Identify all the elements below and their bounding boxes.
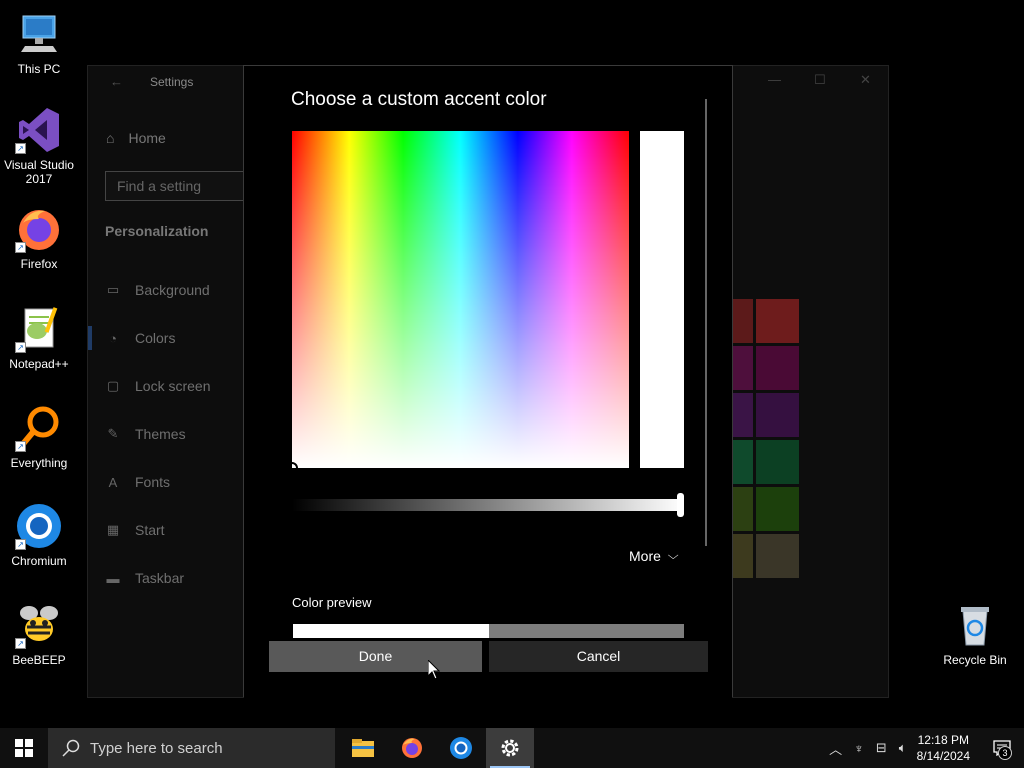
taskbar: Type here to search ︿ ♆ ⊟ 🔈︎ 12:18 PM 8/… <box>0 728 1024 768</box>
recycle-bin-icon <box>951 601 999 649</box>
desktop-icon-firefox[interactable]: ↗ Firefox <box>1 205 77 271</box>
dialog-scrollbar[interactable] <box>705 99 707 546</box>
desktop-icon-recycle-bin[interactable]: Recycle Bin <box>937 601 1013 667</box>
start-icon: ▦ <box>106 522 120 537</box>
custom-accent-color-dialog: Choose a custom accent color More ⌵ Colo… <box>243 65 733 698</box>
brightness-slider[interactable] <box>292 493 684 517</box>
start-button[interactable] <box>0 728 48 768</box>
maximize-icon[interactable]: ☐ <box>814 72 826 88</box>
nav-item-lock-screen[interactable]: ▢ Lock screen <box>105 378 211 394</box>
clock[interactable]: 12:18 PM 8/14/2024 <box>917 732 970 764</box>
palette-icon: ◔ <box>109 330 117 346</box>
network-icon[interactable]: ⊟ <box>876 740 887 756</box>
desktop-icon-beebeep[interactable]: ↗ BeeBEEP <box>1 601 77 667</box>
clock-date: 8/14/2024 <box>916 749 970 763</box>
color-spectrum-picker[interactable] <box>286 131 629 474</box>
accent-color-swatch[interactable] <box>756 346 799 390</box>
accent-color-swatch[interactable] <box>756 393 799 437</box>
nav-item-themes[interactable]: ✎ Themes <box>105 426 186 442</box>
selected-color-swatch <box>640 131 684 468</box>
font-icon: A <box>108 474 118 490</box>
desktop-icon-visual-studio[interactable]: ↗ Visual Studio 2017 <box>1 106 77 186</box>
settings-search-placeholder: Find a setting <box>117 178 202 194</box>
spectrum-selector-handle[interactable] <box>286 462 298 474</box>
brightness-slider-thumb[interactable] <box>677 493 684 517</box>
desktop-icon-this-pc[interactable]: This PC <box>1 10 77 76</box>
chromium-icon <box>450 737 472 759</box>
accent-color-swatch[interactable] <box>756 440 799 484</box>
this-pc-icon <box>15 10 63 58</box>
desktop-icon-notepadpp[interactable]: ↗ Notepad++ <box>1 305 77 371</box>
nav-item-start[interactable]: ▦ Start <box>105 522 165 538</box>
notification-count-badge: 3 <box>998 746 1012 760</box>
window-title: Settings <box>150 75 194 89</box>
accent-color-swatch[interactable] <box>756 534 799 578</box>
taskbar-settings[interactable] <box>486 728 534 768</box>
shortcut-arrow-icon: ↗ <box>15 342 26 353</box>
desktop-icon-chromium[interactable]: ↗ Chromium <box>1 502 77 568</box>
home-icon: ⌂ <box>106 130 115 146</box>
dialog-title: Choose a custom accent color <box>291 89 547 110</box>
shortcut-arrow-icon: ↗ <box>15 143 26 154</box>
settings-search-input[interactable]: Find a setting <box>105 171 255 201</box>
shortcut-arrow-icon: ↗ <box>15 242 26 253</box>
taskbar-search-placeholder: Type here to search <box>90 739 223 757</box>
taskbar-file-explorer[interactable] <box>339 728 387 768</box>
settings-gear-icon <box>501 739 519 757</box>
chromium-icon: ↗ <box>15 502 63 550</box>
selected-indicator <box>88 326 92 350</box>
minimize-icon[interactable]: — <box>768 72 781 87</box>
desktop-icon-everything[interactable]: ↗ Everything <box>1 404 77 470</box>
taskbar-search-box[interactable]: Type here to search <box>48 728 335 768</box>
more-label: More <box>629 548 661 564</box>
lock-screen-icon: ▢ <box>106 378 120 393</box>
notepadpp-icon: ↗ <box>15 305 63 353</box>
shortcut-arrow-icon: ↗ <box>15 441 26 452</box>
desktop: This PC ↗ Visual Studio 2017 ↗ Firefox ↗… <box>0 0 1024 728</box>
file-explorer-icon <box>352 739 374 757</box>
firefox-icon <box>402 738 422 758</box>
dialog-button-bar: Done Cancel <box>244 638 732 698</box>
system-tray: ︿ ♆ ⊟ 🔈︎ 12:18 PM 8/14/2024 3 <box>823 728 1024 768</box>
nav-item-fonts[interactable]: A Fonts <box>105 474 170 490</box>
windows-logo-icon <box>15 739 33 757</box>
close-icon[interactable]: ✕ <box>860 72 871 88</box>
nav-item-colors[interactable]: ◔ Colors <box>105 330 175 346</box>
taskbar-chromium[interactable] <box>437 728 485 768</box>
clock-time: 12:18 PM <box>917 733 969 747</box>
chevron-down-icon: ⌵ <box>667 549 679 562</box>
visual-studio-icon: ↗ <box>15 106 63 154</box>
back-arrow-icon[interactable]: ← <box>110 74 123 89</box>
brush-icon: ✎ <box>107 426 119 441</box>
beebeep-icon: ↗ <box>15 601 63 649</box>
accent-color-swatch[interactable] <box>756 299 799 343</box>
tray-app-icon[interactable]: ♆ <box>854 741 864 756</box>
section-title: Personalization <box>105 223 209 239</box>
taskbar-icon: ▬ <box>106 570 120 586</box>
firefox-icon: ↗ <box>15 205 63 253</box>
action-center-button[interactable]: 3 <box>980 728 1024 768</box>
accent-color-swatch[interactable] <box>756 487 799 531</box>
chevron-up-icon[interactable]: ︿ <box>829 739 842 758</box>
shortcut-arrow-icon: ↗ <box>15 539 26 550</box>
nav-item-background[interactable]: ▭ Background <box>105 282 210 298</box>
cancel-button[interactable]: Cancel <box>489 641 708 672</box>
done-button[interactable]: Done <box>269 641 482 672</box>
taskbar-firefox[interactable] <box>388 728 436 768</box>
everything-icon: ↗ <box>15 404 63 452</box>
shortcut-arrow-icon: ↗ <box>15 638 26 649</box>
search-icon <box>62 739 80 757</box>
volume-muted-icon[interactable]: 🔈︎ <box>899 740 907 756</box>
nav-item-taskbar[interactable]: ▬ Taskbar <box>105 570 185 586</box>
nav-home[interactable]: ⌂ Home <box>106 130 166 146</box>
picture-icon: ▭ <box>106 282 120 297</box>
nav-home-label: Home <box>128 130 166 146</box>
color-preview-label: Color preview <box>292 595 372 610</box>
more-expander[interactable]: More ⌵ <box>629 548 679 564</box>
